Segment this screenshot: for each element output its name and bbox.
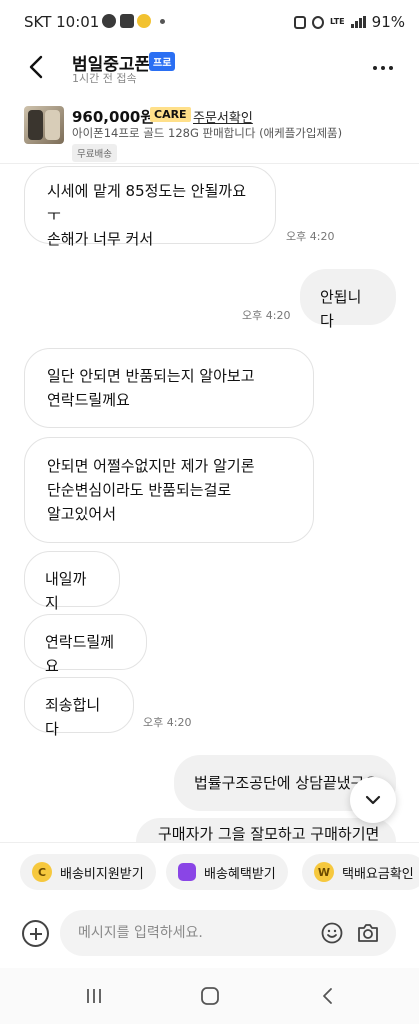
message-line: 연락드릴께요: [47, 391, 130, 409]
attach-plus-button[interactable]: [22, 920, 49, 947]
care-badge: CARE: [150, 107, 191, 122]
chevron-left-icon: [29, 55, 43, 79]
coin-icon: C: [32, 862, 52, 882]
gift-box-icon: [178, 863, 196, 881]
chip-label: 배송비지원받기: [60, 866, 144, 882]
message-time: 오후 4:20: [286, 230, 335, 243]
message-received[interactable]: 시세에 맡게 85정도는 안될까요ㅜ 손해가 너무 커서: [24, 166, 276, 248]
talk-notification-icon: [102, 14, 116, 28]
gallery-notification-icon: [120, 14, 134, 28]
chat-header: 범일중고폰 프로 1시간 전 접속: [0, 44, 419, 94]
back-nav-button[interactable]: [318, 986, 338, 1006]
message-line: 구매자가 그을 잘모하고 구매하기면: [158, 825, 380, 842]
status-time: SKT 10:01: [24, 13, 100, 31]
shipping-support-chip[interactable]: C 배송비지원받기: [20, 854, 156, 890]
app-notification-icon: [137, 14, 151, 28]
product-price: 960,000원: [72, 108, 155, 126]
message-received[interactable]: 죄송합니다: [24, 677, 134, 738]
nfc-icon: [293, 15, 306, 29]
message-line: 단순변심이라도 반품되는걸로: [47, 481, 232, 499]
network-type: LTE: [329, 17, 345, 26]
message-line: 알고있어서: [47, 505, 117, 523]
delivery-fee-chip[interactable]: W 택배요금확인: [302, 854, 419, 890]
scroll-to-bottom-button[interactable]: [350, 777, 396, 823]
chip-label: 택배요금확인: [342, 866, 414, 882]
more-options-button[interactable]: [373, 58, 397, 78]
message-received[interactable]: 내일까지: [24, 551, 120, 612]
message-received[interactable]: 안되면 어쩔수없지만 제가 알기론 단순변심이라도 반품되는걸로 알고있어서: [24, 437, 314, 543]
message-input[interactable]: [78, 910, 308, 956]
message-line: 법률구조공단에 상담끝냈구요: [194, 774, 379, 792]
won-coin-icon: W: [314, 862, 334, 882]
recent-apps-button[interactable]: [84, 986, 104, 1006]
message-line: 안됩니다: [320, 288, 362, 330]
order-confirm-link[interactable]: 주문서확인: [193, 107, 253, 126]
product-summary[interactable]: 960,000원 CARE 주문서확인 아이폰14프로 골드 128G 판매합니…: [0, 100, 419, 164]
battery-level: 91%: [371, 13, 405, 31]
product-title: 아이폰14프로 골드 128G 판매합니다 (애케플가입제품): [72, 126, 343, 140]
signal-icon: [350, 16, 366, 28]
status-bar: SKT 10:01 LTE 91%: [0, 0, 419, 44]
message-line: 일단 안되면 반품되는지 알아보고: [47, 367, 255, 385]
message-sent[interactable]: 구매자가 그을 잘모하고 구매하기면: [136, 818, 396, 842]
more-dot-icon: [389, 66, 393, 70]
message-line: 시세에 맡게 85정도는 안될까요ㅜ: [47, 182, 246, 224]
system-navigation-bar: [0, 968, 419, 1024]
more-dot-icon: [381, 66, 385, 70]
message-line: 안되면 어쩔수없지만 제가 알기론: [47, 457, 255, 475]
message-sent[interactable]: 안됩니다: [300, 269, 396, 330]
message-received[interactable]: 일단 안되면 반품되는지 알아보고 연락드릴께요: [24, 348, 314, 428]
more-dot-icon: [373, 66, 377, 70]
message-input-bar: [0, 904, 419, 964]
product-thumbnail[interactable]: [24, 106, 64, 144]
message-time: 오후 4:20: [143, 716, 192, 729]
message-time: 오후 4:20: [242, 309, 291, 322]
camera-icon[interactable]: [356, 922, 380, 944]
pro-badge: 프로: [149, 52, 176, 71]
emoji-icon[interactable]: [321, 922, 343, 944]
home-button[interactable]: [200, 986, 220, 1006]
more-notifications-dot-icon: [160, 19, 165, 24]
alarm-icon: [311, 15, 324, 29]
chip-label: 배송혜택받기: [204, 866, 276, 882]
message-input-container[interactable]: [60, 910, 396, 956]
last-seen-text: 1시간 전 접속: [72, 72, 137, 85]
message-line: 내일까지: [45, 570, 87, 612]
message-received[interactable]: 연락드릴께요: [24, 614, 147, 675]
message-line: 손해가 너무 커서: [47, 230, 154, 248]
chevron-down-icon: [365, 795, 381, 805]
message-line: 죄송합니다: [45, 696, 101, 738]
message-line: 연락드릴께요: [45, 633, 115, 675]
shipping-benefit-chip[interactable]: 배송혜택받기: [166, 854, 288, 890]
quick-action-bar: C 배송비지원받기 배송혜택받기 W 택배요금확인: [0, 842, 419, 900]
free-shipping-tag: 무료배송: [72, 144, 117, 162]
back-button[interactable]: [22, 52, 52, 82]
